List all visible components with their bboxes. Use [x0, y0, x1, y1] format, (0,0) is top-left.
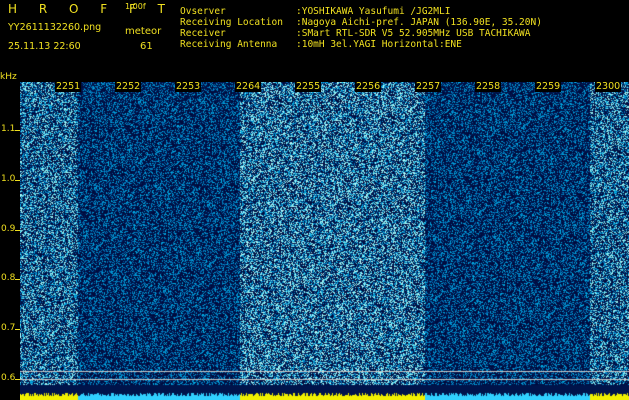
- freq-label: 0.8: [1, 273, 16, 283]
- info-key: Receiving Location: [180, 17, 283, 28]
- info-row-antenna: Receiving Antenna :10mH 3el.YAGI Horizont…: [180, 39, 542, 50]
- freq-label: 1.1: [1, 124, 16, 134]
- info-key: Receiving Antenna: [180, 39, 278, 50]
- minute-label: 2258: [475, 81, 502, 92]
- app-version: 1.00f: [125, 2, 146, 11]
- info-value: :SMart RTL-SDR V5 52.905MHz USB TACHIKAW…: [296, 28, 531, 39]
- meteor-count: 61: [140, 41, 153, 52]
- minute-label: 2255: [295, 81, 322, 92]
- info-value: :Nagoya Aichi-pref. JAPAN (136.90E, 35.2…: [296, 17, 542, 28]
- image-filename: YY2611132260.png: [8, 22, 102, 33]
- info-value: :YOSHIKAWA Yasufumi /JG2MLI: [296, 6, 451, 17]
- app-brand: H R O F F T: [8, 2, 175, 16]
- minute-label: 2253: [175, 81, 202, 92]
- freq-label: 0.9: [1, 224, 16, 234]
- station-info: Ovserver :YOSHIKAWA Yasufumi /JG2MLI Rece…: [180, 6, 542, 50]
- info-row-observer: Ovserver :YOSHIKAWA Yasufumi /JG2MLI: [180, 6, 542, 17]
- datetime-readout: 25.11.13 22:60: [8, 41, 81, 52]
- freq-label: 1.0: [1, 174, 16, 184]
- spectrogram-waterfall: [20, 82, 629, 400]
- meteor-label: meteor: [125, 26, 162, 37]
- info-value: :10mH 3el.YAGI Horizontal:ENE: [296, 39, 462, 50]
- info-row-receiver: Receiver :SMart RTL-SDR V5 52.905MHz USB …: [180, 28, 542, 39]
- hroft-screen: H R O F F T 1.00f YY2611132260.png meteo…: [0, 0, 629, 400]
- info-row-location: Receiving Location :Nagoya Aichi-pref. JA…: [180, 17, 542, 28]
- minute-label: 2257: [415, 81, 442, 92]
- freq-label: 0.6: [1, 373, 16, 383]
- freq-label: 0.7: [1, 323, 16, 333]
- minute-label: 2252: [115, 81, 142, 92]
- minute-label: 2256: [355, 81, 382, 92]
- minute-label: 2300: [595, 81, 622, 92]
- minute-label: 2264: [235, 81, 262, 92]
- info-key: Receiver: [180, 28, 226, 39]
- info-key: Ovserver: [180, 6, 226, 17]
- minute-label: 2259: [535, 81, 562, 92]
- minute-label: 2251: [55, 81, 82, 92]
- freq-unit-label: kHz: [0, 72, 17, 82]
